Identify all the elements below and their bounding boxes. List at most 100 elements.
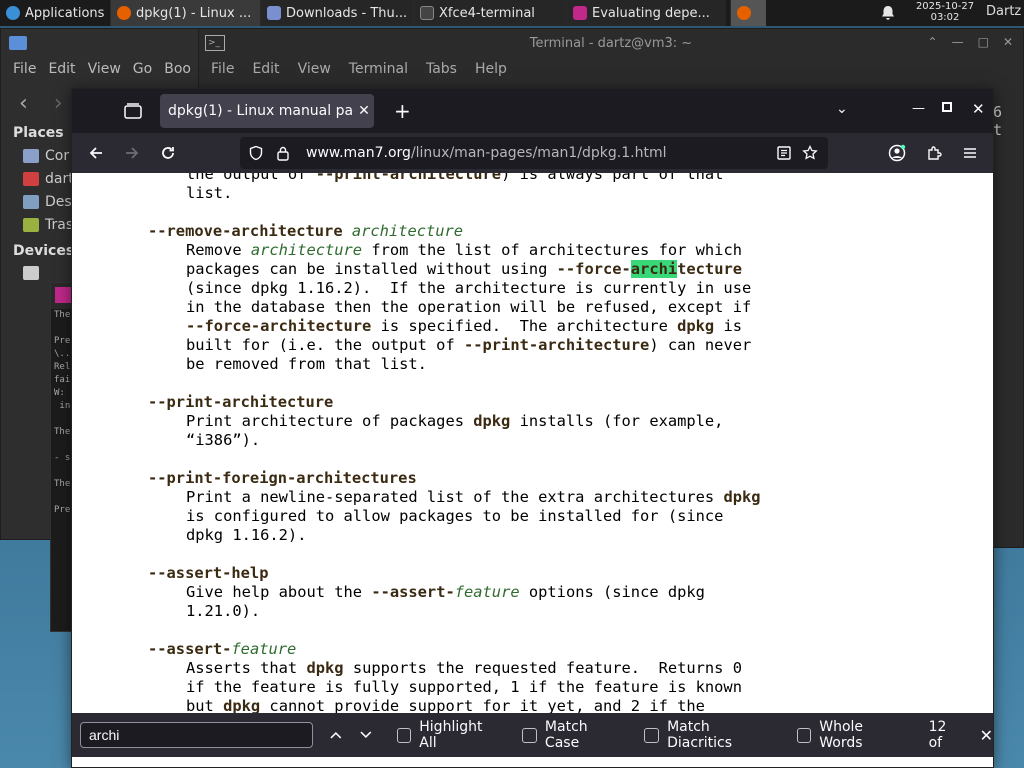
find-input[interactable] bbox=[80, 722, 314, 748]
terminal-title: Terminal - dartz@vm3: ~ bbox=[529, 35, 693, 51]
close-icon[interactable]: ✕ bbox=[1003, 35, 1013, 49]
option-assert-feature: --assert-feature bbox=[148, 640, 297, 658]
shield-icon[interactable] bbox=[248, 145, 264, 161]
text-line: is configured to allow packages to be in… bbox=[186, 507, 724, 525]
forward-arrow-icon[interactable] bbox=[124, 145, 140, 161]
highlight-all-checkbox[interactable]: Highlight All bbox=[396, 719, 503, 751]
text-line: list. bbox=[186, 184, 233, 202]
back-arrow-icon[interactable]: ‹ bbox=[19, 91, 28, 116]
xterm-app-icon bbox=[55, 287, 71, 303]
tab-dpkg-manual[interactable]: dpkg(1) - Linux manual page ✕ bbox=[160, 94, 374, 128]
whole-words-checkbox[interactable]: Whole Words bbox=[796, 719, 909, 751]
menu-edit[interactable]: Edit bbox=[48, 61, 75, 83]
trash-icon bbox=[23, 218, 39, 232]
user-menu[interactable]: Dartz bbox=[986, 4, 1021, 19]
text-line: packages can be installed without using … bbox=[186, 260, 742, 278]
places-item-label: Tras bbox=[45, 217, 74, 233]
minimize-icon[interactable]: — bbox=[912, 101, 925, 116]
panel-clock[interactable]: 2025-10-27 03:02 bbox=[904, 1, 986, 23]
taskbar-item-firefox-2[interactable] bbox=[730, 0, 766, 26]
home-icon bbox=[23, 172, 39, 186]
applications-label: Applications bbox=[25, 5, 105, 21]
account-icon[interactable] bbox=[888, 144, 906, 162]
term-menu-terminal[interactable]: Terminal bbox=[349, 61, 408, 77]
find-previous-chevron-up-icon[interactable] bbox=[329, 728, 343, 742]
taskbar-label: Xfce4-terminal bbox=[439, 5, 535, 21]
checkbox-box[interactable] bbox=[644, 727, 660, 743]
find-in-page-bar: Highlight All Match Case Match Diacritic… bbox=[72, 713, 993, 757]
applications-menu-button[interactable]: Applications bbox=[0, 0, 110, 26]
taskbar-item-terminal[interactable]: Xfce4-terminal bbox=[413, 0, 566, 26]
terminal-visible-text: 6 t bbox=[993, 103, 1003, 139]
taskbar-label: Evaluating depe... bbox=[592, 5, 710, 21]
term-menu-tabs[interactable]: Tabs bbox=[426, 61, 457, 77]
reader-view-icon[interactable] bbox=[776, 145, 792, 161]
desktop-icon bbox=[23, 195, 39, 209]
text-line: dpkg 1.16.2). bbox=[186, 526, 307, 544]
text-line: (since dpkg 1.16.2). If the architecture… bbox=[186, 279, 752, 297]
menu-go[interactable]: Go bbox=[133, 61, 152, 83]
new-tab-plus-icon[interactable]: + bbox=[394, 99, 411, 123]
bookmark-star-icon[interactable] bbox=[802, 145, 818, 161]
url-path: /linux/man-pages/man1/dpkg.1.html bbox=[410, 145, 667, 161]
match-case-checkbox[interactable]: Match Case bbox=[522, 719, 624, 751]
forward-arrow-icon[interactable]: › bbox=[54, 91, 63, 116]
maximize-icon[interactable]: □ bbox=[978, 35, 989, 49]
folder-icon bbox=[267, 6, 281, 20]
taskbar-item-firefox[interactable]: dpkg(1) - Linux ... bbox=[110, 0, 260, 26]
checkbox-box[interactable] bbox=[396, 727, 412, 743]
computer-icon bbox=[23, 149, 39, 163]
manual-page-content: the output of --print-architecture) is a… bbox=[72, 173, 993, 713]
hamburger-menu-icon[interactable] bbox=[962, 145, 978, 161]
checkbox-label: Match Diacritics bbox=[667, 719, 733, 751]
places-item-label: dart bbox=[45, 171, 74, 187]
firefox-view-icon[interactable] bbox=[124, 103, 142, 119]
top-panel: Applications dpkg(1) - Linux ... Downloa… bbox=[0, 0, 1024, 26]
list-tabs-chevron-icon[interactable]: ⌄ bbox=[836, 101, 848, 117]
lock-icon[interactable] bbox=[276, 145, 290, 161]
term-menu-view[interactable]: View bbox=[298, 61, 331, 77]
notification-bell-icon[interactable] bbox=[880, 5, 896, 21]
url-bar[interactable]: www.man7.org/linux/man-pages/man1/dpkg.1… bbox=[240, 137, 828, 169]
term-menu-file[interactable]: File bbox=[211, 61, 234, 77]
clock-date: 2025-10-27 bbox=[915, 1, 975, 12]
text-line: but dpkg cannot provide support for it y… bbox=[186, 697, 705, 713]
find-next-chevron-down-icon[interactable] bbox=[359, 728, 373, 742]
menu-bookmarks[interactable]: Boo bbox=[164, 61, 191, 83]
firefox-window: dpkg(1) - Linux manual page ✕ + ⌄ — ✕ ww… bbox=[71, 88, 994, 768]
find-match-count: 12 of bbox=[928, 719, 947, 751]
text-line: Print architecture of packages dpkg inst… bbox=[186, 412, 724, 430]
text-line: Remove architecture from the list of arc… bbox=[186, 241, 742, 259]
taskbar-item-evaluating[interactable]: Evaluating depe... bbox=[566, 0, 726, 26]
term-menu-help[interactable]: Help bbox=[475, 61, 507, 77]
menu-view[interactable]: View bbox=[88, 61, 121, 83]
find-close-icon[interactable]: ✕ bbox=[980, 726, 993, 745]
firefox-tab-bar: dpkg(1) - Linux manual page ✕ + ⌄ — ✕ bbox=[72, 89, 993, 133]
extensions-puzzle-icon[interactable] bbox=[926, 145, 942, 161]
url-host: www.man7.org bbox=[306, 145, 411, 161]
checkbox-box[interactable] bbox=[522, 727, 537, 743]
text-line: built for (i.e. the output of --print-ar… bbox=[186, 336, 752, 354]
checkbox-box[interactable] bbox=[796, 727, 812, 743]
minimize-icon[interactable]: — bbox=[952, 35, 964, 49]
drive-icon bbox=[23, 266, 39, 280]
reload-icon[interactable] bbox=[160, 145, 176, 161]
close-window-icon[interactable]: ✕ bbox=[972, 100, 985, 118]
text-line: Print a newline-separated list of the ex… bbox=[186, 488, 761, 506]
checkbox-label: Match Case bbox=[544, 719, 588, 751]
option-print-architecture: --print-architecture bbox=[148, 393, 334, 411]
taskbar-item-downloads[interactable]: Downloads - Thu... bbox=[260, 0, 413, 26]
text-line: “i386”). bbox=[186, 431, 261, 449]
terminal-menubar: File Edit View Terminal Tabs Help bbox=[199, 57, 1023, 77]
clock-time: 03:02 bbox=[930, 12, 960, 23]
option-assert-help: --assert-help bbox=[148, 564, 269, 582]
tab-close-icon[interactable]: ✕ bbox=[354, 103, 374, 119]
back-arrow-icon[interactable] bbox=[88, 145, 104, 161]
window-up-icon[interactable]: ⌃ bbox=[928, 35, 938, 49]
text-line: if the feature is fully supported, 1 if … bbox=[186, 678, 742, 696]
term-menu-edit[interactable]: Edit bbox=[252, 61, 279, 77]
maximize-icon[interactable] bbox=[942, 102, 952, 112]
menu-file[interactable]: File bbox=[13, 61, 36, 83]
checkbox-label: Highlight All bbox=[419, 719, 483, 751]
match-diacritics-checkbox[interactable]: Match Diacritics bbox=[644, 719, 776, 751]
